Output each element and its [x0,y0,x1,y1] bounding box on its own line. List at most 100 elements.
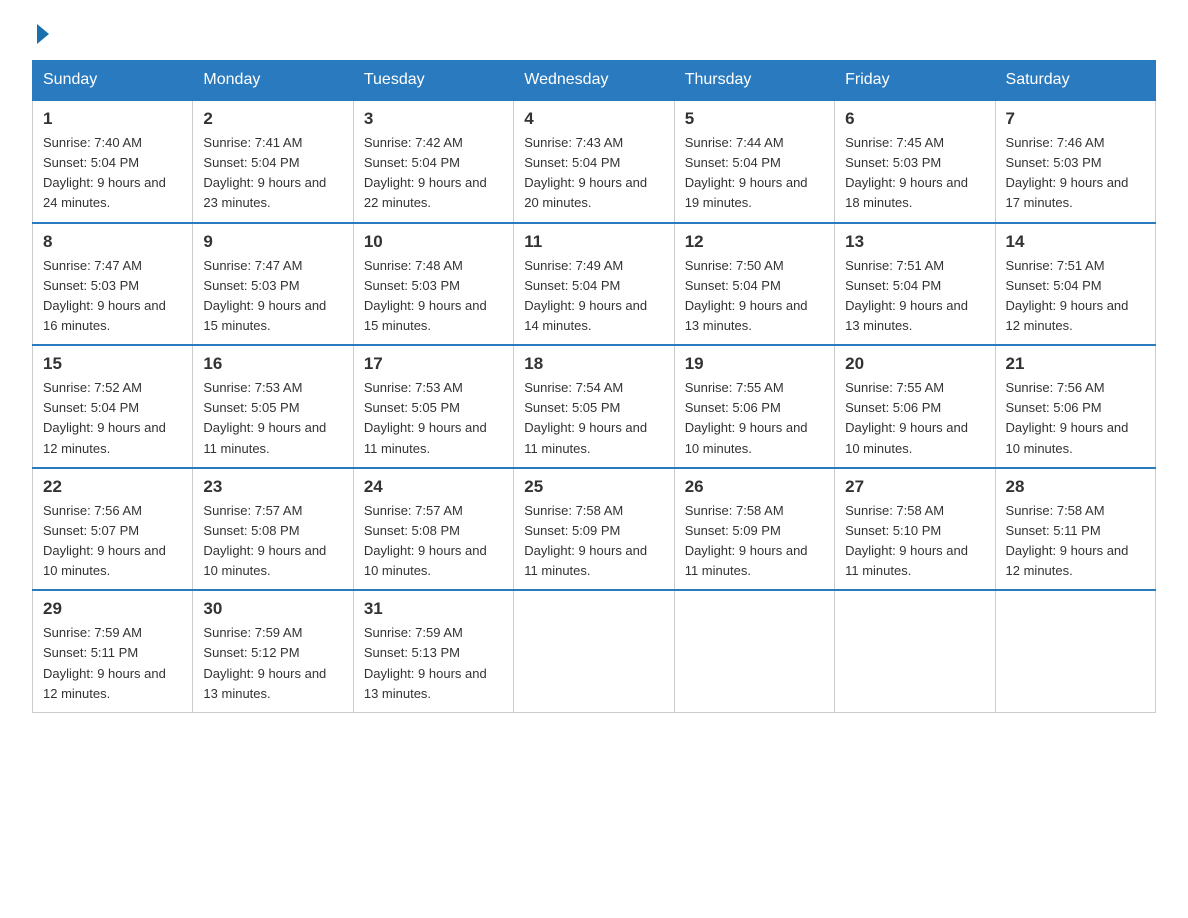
day-number: 29 [43,599,182,619]
day-number: 13 [845,232,984,252]
calendar-cell: 6Sunrise: 7:45 AMSunset: 5:03 PMDaylight… [835,100,995,223]
day-number: 31 [364,599,503,619]
day-info: Sunrise: 7:58 AMSunset: 5:11 PMDaylight:… [1006,501,1145,582]
day-info: Sunrise: 7:56 AMSunset: 5:06 PMDaylight:… [1006,378,1145,459]
day-number: 14 [1006,232,1145,252]
day-info: Sunrise: 7:58 AMSunset: 5:09 PMDaylight:… [524,501,663,582]
calendar-cell: 20 Sunrise: 7:55 AMSunset: 5:06 PMDayligh… [835,345,995,468]
calendar-cell: 1Sunrise: 7:40 AMSunset: 5:04 PMDaylight… [33,100,193,223]
day-info: Sunrise: 7:44 AMSunset: 5:04 PMDaylight:… [685,133,824,214]
calendar-cell: 9 Sunrise: 7:47 AMSunset: 5:03 PMDaylight… [193,223,353,346]
day-number: 16 [203,354,342,374]
calendar-cell: 27Sunrise: 7:58 AMSunset: 5:10 PMDayligh… [835,468,995,591]
day-info: Sunrise: 7:51 AMSunset: 5:04 PMDaylight:… [1006,256,1145,337]
day-number: 8 [43,232,182,252]
day-info: Sunrise: 7:55 AMSunset: 5:06 PMDaylight:… [685,378,824,459]
calendar-cell [514,590,674,712]
day-number: 18 [524,354,663,374]
calendar-cell: 26 Sunrise: 7:58 AMSunset: 5:09 PMDayligh… [674,468,834,591]
day-number: 10 [364,232,503,252]
day-number: 27 [845,477,984,497]
day-number: 21 [1006,354,1145,374]
calendar-cell: 16 Sunrise: 7:53 AMSunset: 5:05 PMDayligh… [193,345,353,468]
day-info: Sunrise: 7:52 AMSunset: 5:04 PMDaylight:… [43,378,182,459]
calendar-cell: 14 Sunrise: 7:51 AMSunset: 5:04 PMDayligh… [995,223,1155,346]
day-info: Sunrise: 7:58 AMSunset: 5:09 PMDaylight:… [685,501,824,582]
header-friday: Friday [835,61,995,101]
calendar-week-2: 8 Sunrise: 7:47 AMSunset: 5:03 PMDaylight… [33,223,1156,346]
day-info: Sunrise: 7:42 AMSunset: 5:04 PMDaylight:… [364,133,503,214]
calendar-cell [674,590,834,712]
header-sunday: Sunday [33,61,193,101]
day-info: Sunrise: 7:57 AMSunset: 5:08 PMDaylight:… [364,501,503,582]
day-info: Sunrise: 7:59 AMSunset: 5:13 PMDaylight:… [364,623,503,704]
page-header [32,24,1156,44]
calendar-cell: 3 Sunrise: 7:42 AMSunset: 5:04 PMDaylight… [353,100,513,223]
header-monday: Monday [193,61,353,101]
day-number: 3 [364,109,503,129]
calendar-table: SundayMondayTuesdayWednesdayThursdayFrid… [32,60,1156,713]
calendar-week-5: 29Sunrise: 7:59 AMSunset: 5:11 PMDayligh… [33,590,1156,712]
day-number: 11 [524,232,663,252]
logo [32,24,49,44]
calendar-cell: 12 Sunrise: 7:50 AMSunset: 5:04 PMDayligh… [674,223,834,346]
header-saturday: Saturday [995,61,1155,101]
calendar-cell: 25 Sunrise: 7:58 AMSunset: 5:09 PMDayligh… [514,468,674,591]
calendar-cell: 11 Sunrise: 7:49 AMSunset: 5:04 PMDayligh… [514,223,674,346]
logo-general-text [32,24,49,44]
day-info: Sunrise: 7:49 AMSunset: 5:04 PMDaylight:… [524,256,663,337]
day-number: 4 [524,109,663,129]
day-number: 24 [364,477,503,497]
day-info: Sunrise: 7:43 AMSunset: 5:04 PMDaylight:… [524,133,663,214]
calendar-cell: 31 Sunrise: 7:59 AMSunset: 5:13 PMDayligh… [353,590,513,712]
calendar-header-row: SundayMondayTuesdayWednesdayThursdayFrid… [33,61,1156,101]
calendar-cell: 19 Sunrise: 7:55 AMSunset: 5:06 PMDayligh… [674,345,834,468]
calendar-cell: 5 Sunrise: 7:44 AMSunset: 5:04 PMDaylight… [674,100,834,223]
day-info: Sunrise: 7:51 AMSunset: 5:04 PMDaylight:… [845,256,984,337]
header-wednesday: Wednesday [514,61,674,101]
day-number: 23 [203,477,342,497]
day-info: Sunrise: 7:56 AMSunset: 5:07 PMDaylight:… [43,501,182,582]
calendar-cell: 15Sunrise: 7:52 AMSunset: 5:04 PMDayligh… [33,345,193,468]
day-info: Sunrise: 7:45 AMSunset: 5:03 PMDaylight:… [845,133,984,214]
day-number: 25 [524,477,663,497]
calendar-cell: 29Sunrise: 7:59 AMSunset: 5:11 PMDayligh… [33,590,193,712]
calendar-cell: 13 Sunrise: 7:51 AMSunset: 5:04 PMDayligh… [835,223,995,346]
day-info: Sunrise: 7:47 AMSunset: 5:03 PMDaylight:… [203,256,342,337]
calendar-week-3: 15Sunrise: 7:52 AMSunset: 5:04 PMDayligh… [33,345,1156,468]
day-info: Sunrise: 7:59 AMSunset: 5:12 PMDaylight:… [203,623,342,704]
day-number: 26 [685,477,824,497]
day-info: Sunrise: 7:54 AMSunset: 5:05 PMDaylight:… [524,378,663,459]
calendar-cell: 23 Sunrise: 7:57 AMSunset: 5:08 PMDayligh… [193,468,353,591]
day-number: 30 [203,599,342,619]
calendar-cell: 28 Sunrise: 7:58 AMSunset: 5:11 PMDayligh… [995,468,1155,591]
day-number: 28 [1006,477,1145,497]
day-info: Sunrise: 7:50 AMSunset: 5:04 PMDaylight:… [685,256,824,337]
day-number: 1 [43,109,182,129]
day-number: 17 [364,354,503,374]
calendar-cell: 10Sunrise: 7:48 AMSunset: 5:03 PMDayligh… [353,223,513,346]
header-tuesday: Tuesday [353,61,513,101]
day-info: Sunrise: 7:57 AMSunset: 5:08 PMDaylight:… [203,501,342,582]
header-thursday: Thursday [674,61,834,101]
calendar-cell: 17 Sunrise: 7:53 AMSunset: 5:05 PMDayligh… [353,345,513,468]
calendar-cell [995,590,1155,712]
day-number: 9 [203,232,342,252]
day-number: 20 [845,354,984,374]
day-info: Sunrise: 7:53 AMSunset: 5:05 PMDaylight:… [364,378,503,459]
day-info: Sunrise: 7:41 AMSunset: 5:04 PMDaylight:… [203,133,342,214]
day-number: 12 [685,232,824,252]
day-number: 19 [685,354,824,374]
calendar-week-4: 22Sunrise: 7:56 AMSunset: 5:07 PMDayligh… [33,468,1156,591]
day-info: Sunrise: 7:53 AMSunset: 5:05 PMDaylight:… [203,378,342,459]
calendar-week-1: 1Sunrise: 7:40 AMSunset: 5:04 PMDaylight… [33,100,1156,223]
day-info: Sunrise: 7:55 AMSunset: 5:06 PMDaylight:… [845,378,984,459]
calendar-cell: 7Sunrise: 7:46 AMSunset: 5:03 PMDaylight… [995,100,1155,223]
day-number: 2 [203,109,342,129]
calendar-cell: 4 Sunrise: 7:43 AMSunset: 5:04 PMDaylight… [514,100,674,223]
calendar-cell: 8Sunrise: 7:47 AMSunset: 5:03 PMDaylight… [33,223,193,346]
day-number: 5 [685,109,824,129]
calendar-cell: 24 Sunrise: 7:57 AMSunset: 5:08 PMDayligh… [353,468,513,591]
calendar-cell: 18 Sunrise: 7:54 AMSunset: 5:05 PMDayligh… [514,345,674,468]
day-info: Sunrise: 7:46 AMSunset: 5:03 PMDaylight:… [1006,133,1145,214]
